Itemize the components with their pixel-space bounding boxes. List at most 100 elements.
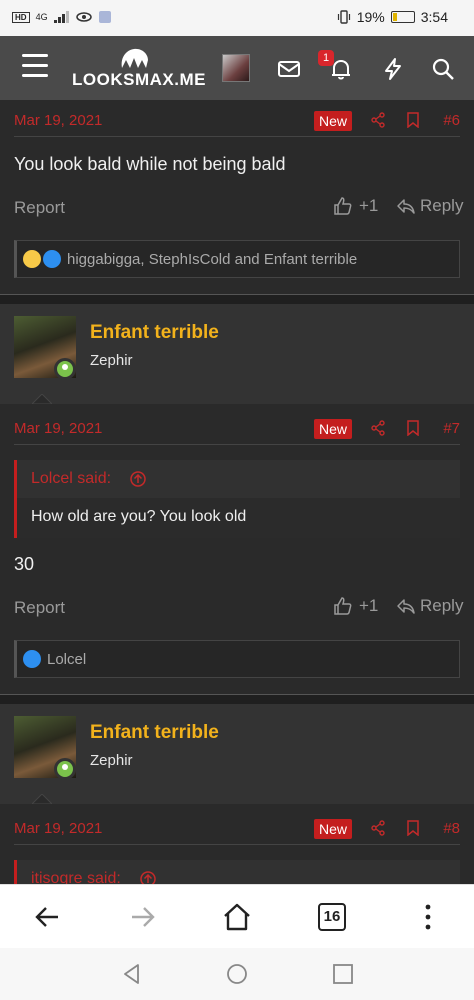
post-body: 30 (14, 554, 35, 574)
new-badge: New (314, 111, 353, 131)
post-meta-8: Mar 19, 2021 New #8 (0, 810, 474, 846)
bookmark-icon[interactable] (406, 112, 420, 128)
search-icon[interactable] (430, 56, 456, 82)
author-name[interactable]: Enfant terrible (90, 322, 219, 344)
bolt-icon[interactable] (380, 56, 406, 82)
share-icon[interactable] (370, 420, 386, 436)
quote-block: Lolcel said: How old are you? You look o… (14, 460, 460, 538)
reply-button[interactable]: Reply (396, 196, 463, 216)
reaction-names[interactable]: Lolcel (47, 651, 86, 668)
clock: 3:54 (420, 9, 448, 25)
quote-body: How old are you? You look old (17, 498, 460, 538)
post-body: You look bald while not being bald (14, 154, 286, 174)
reply-button[interactable]: Reply (396, 596, 463, 616)
quote-author[interactable]: Lolcel said: (31, 470, 111, 488)
like-button[interactable]: +1 (333, 596, 378, 616)
author-title: Zephir (90, 752, 133, 769)
share-icon[interactable] (370, 820, 386, 836)
quote-block: itisogre said: (14, 860, 460, 884)
eye-icon (75, 12, 92, 22)
post-date[interactable]: Mar 19, 2021 (14, 112, 102, 129)
menu-icon[interactable] (22, 54, 48, 78)
author-name[interactable]: Enfant terrible (90, 722, 219, 744)
report-button[interactable]: Report (14, 198, 65, 218)
share-icon[interactable] (370, 112, 386, 128)
new-badge: New (314, 819, 353, 839)
post-actions: Report +1 Reply (0, 194, 474, 224)
like-reaction-icon (43, 250, 61, 268)
reactions-bar[interactable]: Lolcel (14, 640, 460, 678)
thumbs-up-icon (334, 597, 352, 615)
reply-icon (397, 199, 415, 214)
divider (14, 444, 460, 445)
like-count: +1 (359, 596, 379, 615)
forward-arrow-icon[interactable] (126, 901, 158, 933)
arrow-tip (32, 394, 52, 404)
nav-recents-icon[interactable] (331, 962, 355, 986)
hd-icon: HD (12, 11, 30, 23)
new-badge: New (314, 419, 353, 439)
home-icon[interactable] (221, 901, 253, 933)
online-status-icon (54, 758, 76, 780)
signal-icon (53, 11, 69, 23)
more-vertical-icon[interactable] (412, 901, 444, 933)
nav-back-icon[interactable] (120, 962, 144, 986)
reaction-names[interactable]: higgabigga, StephIsCold and Enfant terri… (67, 251, 357, 268)
reactions-bar[interactable]: higgabigga, StephIsCold and Enfant terri… (14, 240, 460, 278)
status-right: 19% 3:54 (337, 9, 448, 25)
online-status-icon (54, 358, 76, 380)
arrow-up-circle-icon[interactable] (139, 870, 157, 884)
logo-hair-icon (121, 48, 148, 68)
divider (14, 844, 460, 845)
post-meta-7: Mar 19, 2021 New #7 (0, 410, 474, 446)
tabs-button[interactable]: 16 (318, 903, 346, 931)
nav-home-icon[interactable] (225, 962, 249, 986)
divider (14, 136, 460, 137)
quote-header[interactable]: itisogre said: (17, 860, 460, 884)
like-button[interactable]: +1 (333, 196, 378, 216)
system-nav-bar (0, 948, 474, 1000)
like-reaction-icon (23, 650, 41, 668)
quote-header[interactable]: Lolcel said: (17, 460, 460, 498)
post-actions: Report +1 Reply (0, 594, 474, 624)
logo-text: LOOKSMAX.ME (72, 70, 206, 89)
battery-percent: 19% (356, 9, 385, 25)
post-separator (0, 294, 474, 304)
arrow-up-circle-icon[interactable] (129, 470, 147, 488)
app-icon (98, 11, 111, 23)
bookmark-icon[interactable] (406, 820, 420, 836)
author-title: Zephir (90, 352, 133, 369)
like-count: +1 (359, 196, 379, 215)
quote-author[interactable]: itisogre said: (31, 870, 121, 884)
bookmark-icon[interactable] (406, 420, 420, 436)
reply-icon (397, 599, 415, 614)
mail-icon[interactable] (276, 56, 302, 82)
network-type: 4G (35, 12, 48, 22)
report-button[interactable]: Report (14, 598, 65, 618)
browser-toolbar: 16 (0, 884, 474, 948)
thread-content: Mar 19, 2021 New #6 You look bald while … (0, 100, 474, 884)
site-logo[interactable]: LOOKSMAX.ME (72, 46, 205, 94)
author-block: Enfant terrible Zephir (0, 704, 474, 804)
laugh-reaction-icon (23, 250, 41, 268)
battery-icon (390, 11, 415, 23)
post-date[interactable]: Mar 19, 2021 (14, 420, 102, 437)
back-arrow-icon[interactable] (32, 901, 64, 933)
status-left: HD 4G (12, 10, 112, 24)
reply-label: Reply (420, 596, 464, 615)
post-number[interactable]: #8 (443, 820, 460, 837)
user-avatar[interactable] (222, 54, 250, 82)
thumbs-up-icon (334, 197, 352, 215)
site-header: LOOKSMAX.ME 1 (0, 36, 474, 100)
post-meta-6: Mar 19, 2021 New #6 (0, 102, 474, 138)
post-number[interactable]: #6 (443, 112, 460, 129)
reply-label: Reply (420, 196, 464, 215)
post-number[interactable]: #7 (443, 420, 460, 437)
arrow-tip (32, 794, 52, 804)
bell-icon[interactable] (328, 56, 354, 82)
author-block: Enfant terrible Zephir (0, 304, 474, 404)
post-date[interactable]: Mar 19, 2021 (14, 820, 102, 837)
quote-text: How old are you? You look old (31, 508, 247, 525)
post-separator (0, 694, 474, 704)
vibrate-icon (337, 10, 350, 24)
